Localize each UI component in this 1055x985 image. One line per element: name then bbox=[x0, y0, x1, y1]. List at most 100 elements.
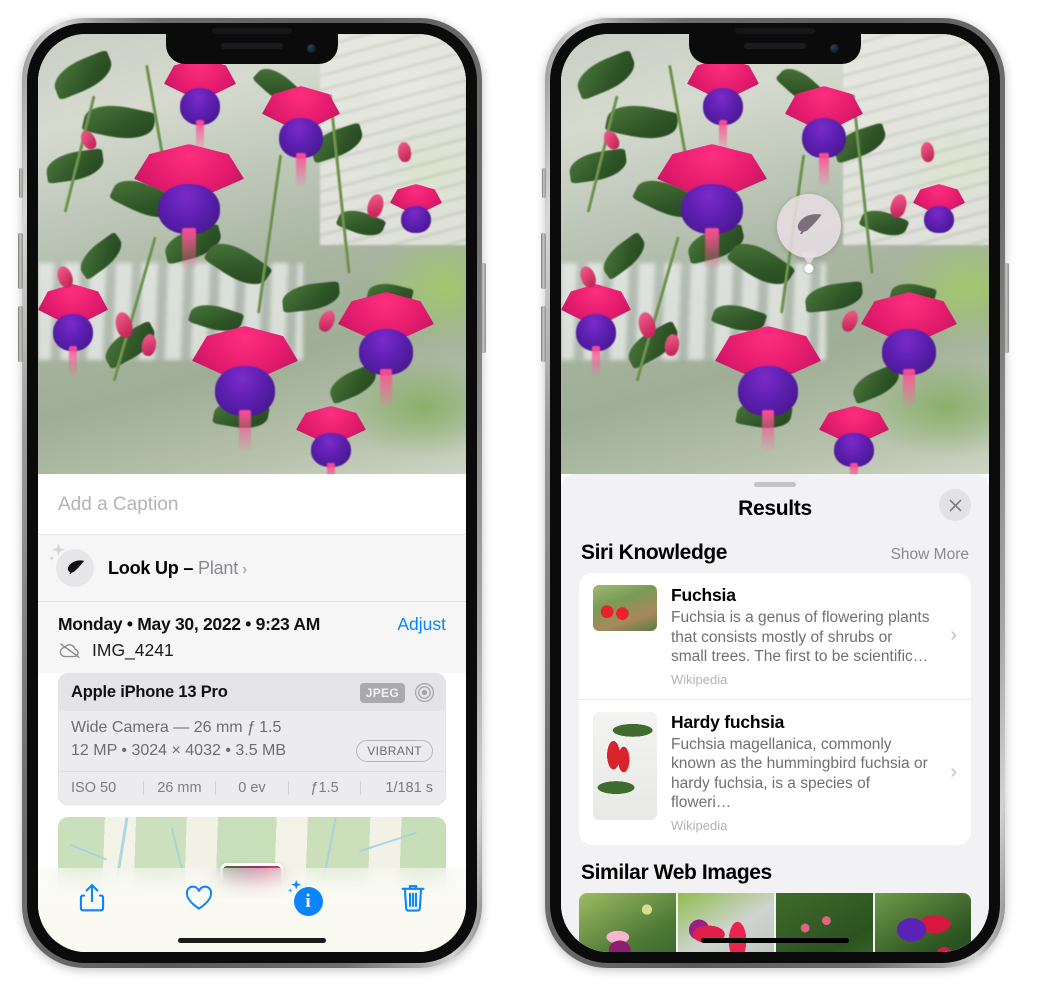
close-icon bbox=[949, 499, 961, 511]
info-button[interactable]: i bbox=[274, 878, 338, 916]
home-indicator[interactable] bbox=[178, 938, 326, 943]
siri-knowledge-header: Siri Knowledge Show More bbox=[561, 527, 989, 573]
notch bbox=[689, 34, 861, 64]
earpiece-speaker bbox=[212, 28, 292, 34]
camera-badges: JPEG bbox=[359, 682, 435, 703]
web-image-2[interactable] bbox=[677, 892, 774, 952]
silent-switch[interactable] bbox=[19, 168, 23, 198]
sparkle-icon bbox=[48, 542, 66, 562]
look-up-prefix: Look Up – bbox=[108, 557, 199, 578]
results-title: Results bbox=[738, 497, 812, 520]
notch-speaker-icon bbox=[221, 43, 283, 49]
file-name: IMG_4241 bbox=[92, 640, 174, 660]
date-row: Monday • May 30, 2022 • 9:23 AM Adjust bbox=[58, 602, 446, 637]
volume-up-button[interactable] bbox=[18, 233, 23, 289]
camera-card-header: Apple iPhone 13 Pro JPEG bbox=[59, 674, 445, 711]
info-sparkle-icon: i bbox=[287, 879, 323, 916]
exif-focal-length: 26 mm bbox=[157, 780, 202, 796]
share-icon bbox=[79, 884, 104, 912]
similar-images-header: Similar Web Images bbox=[561, 845, 989, 893]
device-bezel: Results Siri Knowledge Show More Fuchsia… bbox=[550, 23, 1000, 963]
section-title: Siri Knowledge bbox=[581, 541, 728, 564]
knowledge-source: Wikipedia bbox=[671, 671, 728, 687]
photo-viewer[interactable] bbox=[38, 34, 466, 474]
exif-exposure-value: 0 ev bbox=[238, 780, 266, 796]
share-button[interactable] bbox=[60, 878, 124, 914]
device-bezel: Add a Caption Look Up – Plant › Monday •… bbox=[27, 23, 477, 963]
iphone-left: Add a Caption Look Up – Plant › Monday •… bbox=[18, 18, 486, 968]
trash-icon bbox=[400, 885, 425, 912]
exif-iso: ISO 50 bbox=[71, 780, 117, 796]
web-image-3[interactable] bbox=[776, 892, 873, 952]
front-camera-icon bbox=[830, 44, 839, 53]
results-header: Results bbox=[561, 487, 989, 527]
notch-speaker-icon bbox=[744, 43, 806, 49]
front-camera-icon bbox=[307, 44, 316, 53]
silent-switch[interactable] bbox=[542, 168, 546, 198]
chevron-right-icon: › bbox=[242, 560, 248, 578]
close-button[interactable] bbox=[939, 489, 971, 521]
web-image-4[interactable] bbox=[874, 892, 971, 952]
photographic-style-badge: VIBRANT bbox=[356, 740, 433, 762]
knowledge-body: Hardy fuchsia Fuchsia magellanica, commo… bbox=[671, 712, 932, 833]
power-button[interactable] bbox=[1004, 263, 1009, 353]
screenshot-canvas: Add a Caption Look Up – Plant › Monday •… bbox=[0, 0, 1055, 985]
volume-down-button[interactable] bbox=[18, 306, 23, 362]
knowledge-title: Hardy fuchsia bbox=[671, 711, 785, 732]
caption-input[interactable]: Add a Caption bbox=[38, 474, 466, 534]
show-more-button[interactable]: Show More bbox=[891, 546, 969, 564]
screen-left: Add a Caption Look Up – Plant › Monday •… bbox=[38, 34, 466, 952]
heart-icon bbox=[185, 885, 212, 910]
leaf-badge bbox=[48, 542, 94, 587]
look-up-subject: Plant bbox=[198, 557, 239, 578]
siri-knowledge-card: Fuchsia Fuchsia is a genus of flowering … bbox=[579, 573, 971, 845]
look-up-row[interactable]: Look Up – Plant › bbox=[38, 535, 466, 601]
knowledge-body: Fuchsia Fuchsia is a genus of flowering … bbox=[671, 585, 932, 687]
hdr-target-icon bbox=[414, 682, 435, 703]
leaf-icon bbox=[797, 214, 822, 235]
capture-date: Monday • May 30, 2022 • 9:23 AM bbox=[58, 614, 320, 634]
exif-row: ISO 50 26 mm 0 ev ƒ1.5 1/181 s bbox=[59, 771, 445, 804]
knowledge-source: Wikipedia bbox=[671, 817, 728, 833]
volume-up-button[interactable] bbox=[541, 233, 546, 289]
chevron-right-icon: › bbox=[950, 760, 957, 783]
home-indicator[interactable] bbox=[701, 938, 849, 943]
knowledge-thumbnail bbox=[593, 585, 657, 631]
knowledge-title: Fuchsia bbox=[671, 585, 736, 605]
camera-card-body: Wide Camera — 26 mm ƒ 1.5 12 MP • 3024 ×… bbox=[59, 711, 445, 771]
earpiece-speaker bbox=[735, 28, 815, 34]
screen-right: Results Siri Knowledge Show More Fuchsia… bbox=[561, 34, 989, 952]
format-badge: JPEG bbox=[359, 682, 405, 703]
lens-description: Wide Camera — 26 mm ƒ 1.5 bbox=[71, 719, 282, 736]
camera-model: Apple iPhone 13 Pro bbox=[71, 683, 228, 701]
results-sheet: Results Siri Knowledge Show More Fuchsia… bbox=[561, 474, 989, 952]
look-up-label: Look Up – Plant › bbox=[108, 558, 247, 579]
favorite-button[interactable] bbox=[167, 878, 231, 914]
chevron-right-icon: › bbox=[950, 624, 957, 647]
lookup-section: Look Up – Plant › bbox=[38, 534, 466, 602]
exif-aperture: ƒ1.5 bbox=[310, 780, 339, 796]
iphone-right: Results Siri Knowledge Show More Fuchsia… bbox=[541, 18, 1009, 968]
file-row: IMG_4241 bbox=[58, 637, 446, 673]
knowledge-row[interactable]: Fuchsia Fuchsia is a genus of flowering … bbox=[579, 573, 971, 699]
pin-anchor-dot bbox=[804, 264, 814, 273]
visual-lookup-pin-circle bbox=[777, 194, 841, 258]
knowledge-thumbnail bbox=[593, 711, 657, 820]
image-specs: 12 MP • 3024 × 4032 • 3.5 MB bbox=[71, 742, 287, 759]
exif-shutter-speed: 1/181 s bbox=[385, 780, 433, 796]
photo-info-sheet: Add a Caption Look Up – Plant › Monday •… bbox=[38, 474, 466, 952]
photo-viewer[interactable] bbox=[561, 34, 989, 474]
adjust-button[interactable]: Adjust bbox=[397, 614, 446, 635]
section-title: Similar Web Images bbox=[581, 860, 772, 884]
power-button[interactable] bbox=[481, 263, 486, 353]
knowledge-description: Fuchsia magellanica, commonly known as t… bbox=[671, 735, 928, 812]
knowledge-description: Fuchsia is a genus of flowering plants t… bbox=[671, 609, 930, 666]
similar-images-strip[interactable] bbox=[561, 892, 989, 952]
knowledge-row[interactable]: Hardy fuchsia Fuchsia magellanica, commo… bbox=[579, 698, 971, 845]
camera-info-card[interactable]: Apple iPhone 13 Pro JPEG Wide Camera — 2… bbox=[58, 673, 446, 805]
web-image-1[interactable] bbox=[579, 892, 676, 952]
visual-lookup-pin[interactable] bbox=[777, 194, 841, 273]
delete-button[interactable] bbox=[381, 878, 445, 914]
metadata-section: Monday • May 30, 2022 • 9:23 AM Adjust I… bbox=[38, 602, 466, 673]
volume-down-button[interactable] bbox=[541, 306, 546, 362]
